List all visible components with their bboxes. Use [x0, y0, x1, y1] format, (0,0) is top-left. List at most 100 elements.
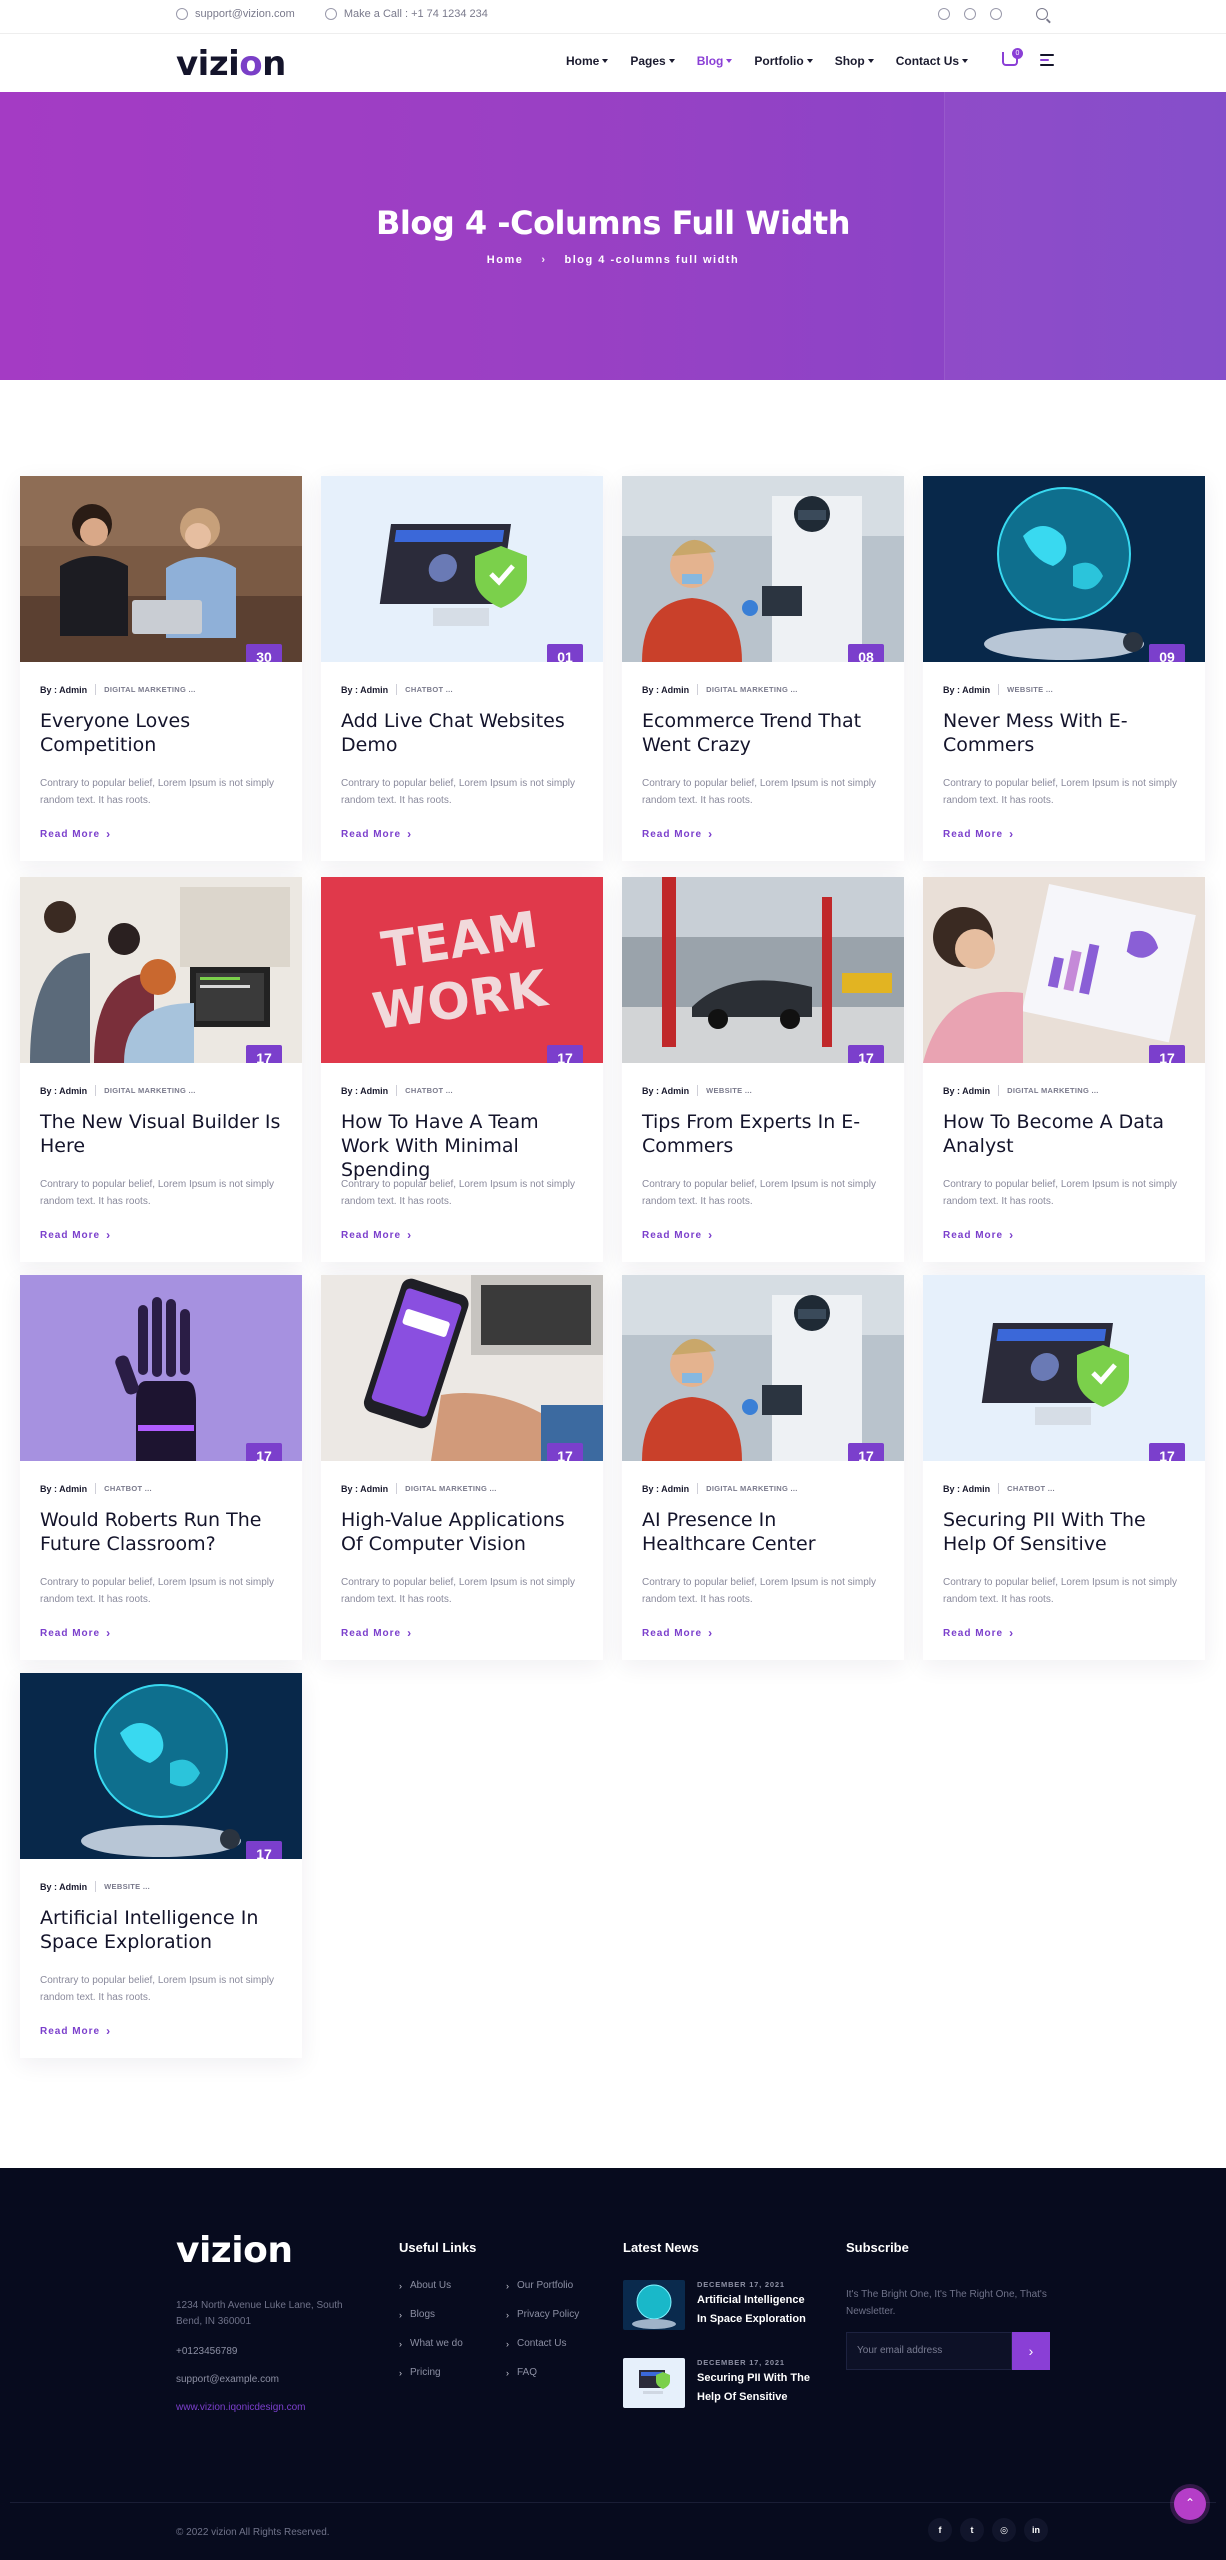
blog-card-image[interactable]: 17Dec	[923, 1275, 1205, 1461]
footer-link[interactable]: › FAQ	[506, 2367, 579, 2378]
nav-item-shop[interactable]: Shop	[835, 54, 874, 68]
footer-link[interactable]: › Our Portfolio	[506, 2280, 579, 2291]
post-title[interactable]: How To Become A Data Analyst	[943, 1110, 1185, 1158]
post-title[interactable]: Securing PII With The Help Of Sensitive	[943, 1508, 1185, 1556]
post-title[interactable]: Would Roberts Run The Future Classroom?	[40, 1508, 282, 1556]
breadcrumb-home[interactable]: Home	[487, 254, 524, 266]
read-more-link[interactable]: Read More ›	[40, 2024, 282, 2038]
post-author[interactable]: By : Admin	[943, 685, 990, 695]
blog-card-image[interactable]: 17Dec	[321, 1275, 603, 1461]
post-author[interactable]: By : Admin	[40, 1882, 87, 1892]
blog-card-image[interactable]: 17Dec	[622, 1275, 904, 1461]
search-icon[interactable]	[1036, 8, 1048, 20]
post-author[interactable]: By : Admin	[943, 1086, 990, 1096]
post-author[interactable]: By : Admin	[341, 685, 388, 695]
post-author[interactable]: By : Admin	[642, 1086, 689, 1096]
instagram-icon[interactable]	[990, 8, 1002, 20]
blog-card-image[interactable]: TEAMWORK17Dec	[321, 877, 603, 1063]
read-more-link[interactable]: Read More ›	[341, 1228, 583, 1242]
post-author[interactable]: By : Admin	[40, 1484, 87, 1494]
news-item[interactable]: DECEMBER 17, 2021 Artificial Intelligenc…	[623, 2280, 815, 2330]
subscribe-email-input[interactable]: Your email address	[846, 2332, 1012, 2370]
footer-link[interactable]: › About Us	[399, 2280, 463, 2291]
post-category[interactable]: DIGITAL MARKETING ...	[706, 1484, 797, 1493]
news-title[interactable]: Securing PII With The Help Of Sensitive	[697, 2369, 815, 2407]
blog-card[interactable]: 17Dec By : Admin WEBSITE ... Artificial Int…	[20, 1673, 302, 2058]
post-category[interactable]: WEBSITE ...	[1007, 685, 1053, 694]
footer-logo[interactable]: vizion	[176, 2230, 293, 2271]
facebook-icon[interactable]: f	[928, 2518, 952, 2542]
post-title[interactable]: Tips From Experts In E-Commers	[642, 1110, 884, 1158]
footer-link[interactable]: › Blogs	[399, 2309, 463, 2320]
read-more-link[interactable]: Read More ›	[943, 1626, 1185, 1640]
post-title[interactable]: Never Mess With E-Commers	[943, 709, 1185, 757]
post-category[interactable]: WEBSITE ...	[706, 1086, 752, 1095]
read-more-link[interactable]: Read More ›	[341, 827, 583, 841]
nav-item-blog[interactable]: Blog	[697, 54, 733, 68]
blog-card[interactable]: 17Dec By : Admin WEBSITE ... Tips From Expe…	[622, 877, 904, 1262]
read-more-link[interactable]: Read More ›	[40, 1626, 282, 1640]
post-author[interactable]: By : Admin	[642, 685, 689, 695]
blog-card[interactable]: 17Dec By : Admin DIGITAL MARKETING ... How …	[923, 877, 1205, 1262]
post-title[interactable]: How To Have A Team Work With Minimal Spe…	[341, 1110, 583, 1181]
site-logo[interactable]: vizion	[176, 44, 286, 84]
post-title[interactable]: Add Live Chat Websites Demo	[341, 709, 583, 757]
read-more-link[interactable]: Read More ›	[40, 1228, 282, 1242]
post-category[interactable]: CHATBOT ...	[104, 1484, 152, 1493]
post-title[interactable]: Artificial Intelligence In Space Explora…	[40, 1906, 282, 1954]
nav-item-pages[interactable]: Pages	[630, 54, 675, 68]
read-more-link[interactable]: Read More ›	[341, 1626, 583, 1640]
post-category[interactable]: DIGITAL MARKETING ...	[104, 685, 195, 694]
footer-link[interactable]: › What we do	[399, 2338, 463, 2349]
post-author[interactable]: By : Admin	[40, 1086, 87, 1096]
blog-card[interactable]: 17Dec By : Admin DIGITAL MARKETING ... High…	[321, 1275, 603, 1660]
twitter-icon[interactable]: t	[960, 2518, 984, 2542]
topbar-email[interactable]: support@vizion.com	[176, 8, 295, 20]
read-more-link[interactable]: Read More ›	[943, 1228, 1185, 1242]
nav-item-contact[interactable]: Contact Us	[896, 54, 969, 68]
facebook-icon[interactable]	[938, 8, 950, 20]
news-title[interactable]: Artificial Intelligence In Space Explora…	[697, 2291, 815, 2329]
subscribe-submit-button[interactable]: ›	[1012, 2332, 1050, 2370]
post-title[interactable]: Everyone Loves Competition	[40, 709, 282, 757]
read-more-link[interactable]: Read More ›	[943, 827, 1185, 841]
read-more-link[interactable]: Read More ›	[642, 1626, 884, 1640]
blog-card-image[interactable]: 17Dec	[20, 1275, 302, 1461]
blog-card-image[interactable]: 30Nov	[20, 476, 302, 662]
twitter-icon[interactable]	[964, 8, 976, 20]
footer-phone[interactable]: +0123456789	[176, 2346, 237, 2357]
linkedin-icon[interactable]: in	[1024, 2518, 1048, 2542]
read-more-link[interactable]: Read More ›	[642, 1228, 884, 1242]
post-category[interactable]: DIGITAL MARKETING ...	[1007, 1086, 1098, 1095]
post-title[interactable]: AI Presence In Healthcare Center	[642, 1508, 884, 1556]
footer-link[interactable]: › Contact Us	[506, 2338, 579, 2349]
nav-item-portfolio[interactable]: Portfolio	[754, 54, 813, 68]
blog-card-image[interactable]: 09Dec	[923, 476, 1205, 662]
post-author[interactable]: By : Admin	[40, 685, 87, 695]
blog-card[interactable]: 17Dec By : Admin CHATBOT ... Securing PII W…	[923, 1275, 1205, 1660]
blog-card-image[interactable]: 17Dec	[20, 877, 302, 1063]
post-title[interactable]: High-Value Applications Of Computer Visi…	[341, 1508, 583, 1556]
post-author[interactable]: By : Admin	[341, 1086, 388, 1096]
blog-card[interactable]: TEAMWORK17Dec By : Admin CHATBOT ... How To…	[321, 877, 603, 1262]
read-more-link[interactable]: Read More ›	[642, 827, 884, 841]
post-title[interactable]: Ecommerce Trend That Went Crazy	[642, 709, 884, 757]
topbar-phone[interactable]: Make a Call : +1 74 1234 234	[324, 8, 488, 20]
footer-link[interactable]: › Privacy Policy	[506, 2309, 579, 2320]
blog-card-image[interactable]: 08Dec	[622, 476, 904, 662]
post-category[interactable]: DIGITAL MARKETING ...	[405, 1484, 496, 1493]
blog-card[interactable]: 09Dec By : Admin WEBSITE ... Never Mess Wit…	[923, 476, 1205, 861]
blog-card-image[interactable]: 01Dec	[321, 476, 603, 662]
blog-card[interactable]: 17Dec By : Admin CHATBOT ... Would Roberts …	[20, 1275, 302, 1660]
footer-link[interactable]: › Pricing	[399, 2367, 463, 2378]
nav-item-home[interactable]: Home	[566, 54, 609, 68]
post-category[interactable]: CHATBOT ...	[1007, 1484, 1055, 1493]
read-more-link[interactable]: Read More ›	[40, 827, 282, 841]
blog-card[interactable]: 08Dec By : Admin DIGITAL MARKETING ... Ecom…	[622, 476, 904, 861]
footer-email[interactable]: support@example.com	[176, 2374, 279, 2385]
post-author[interactable]: By : Admin	[943, 1484, 990, 1494]
blog-card[interactable]: 17Dec By : Admin DIGITAL MARKETING ... The …	[20, 877, 302, 1262]
post-category[interactable]: DIGITAL MARKETING ...	[104, 1086, 195, 1095]
blog-card[interactable]: 01Dec By : Admin CHATBOT ... Add Live Chat …	[321, 476, 603, 861]
post-category[interactable]: CHATBOT ...	[405, 1086, 453, 1095]
